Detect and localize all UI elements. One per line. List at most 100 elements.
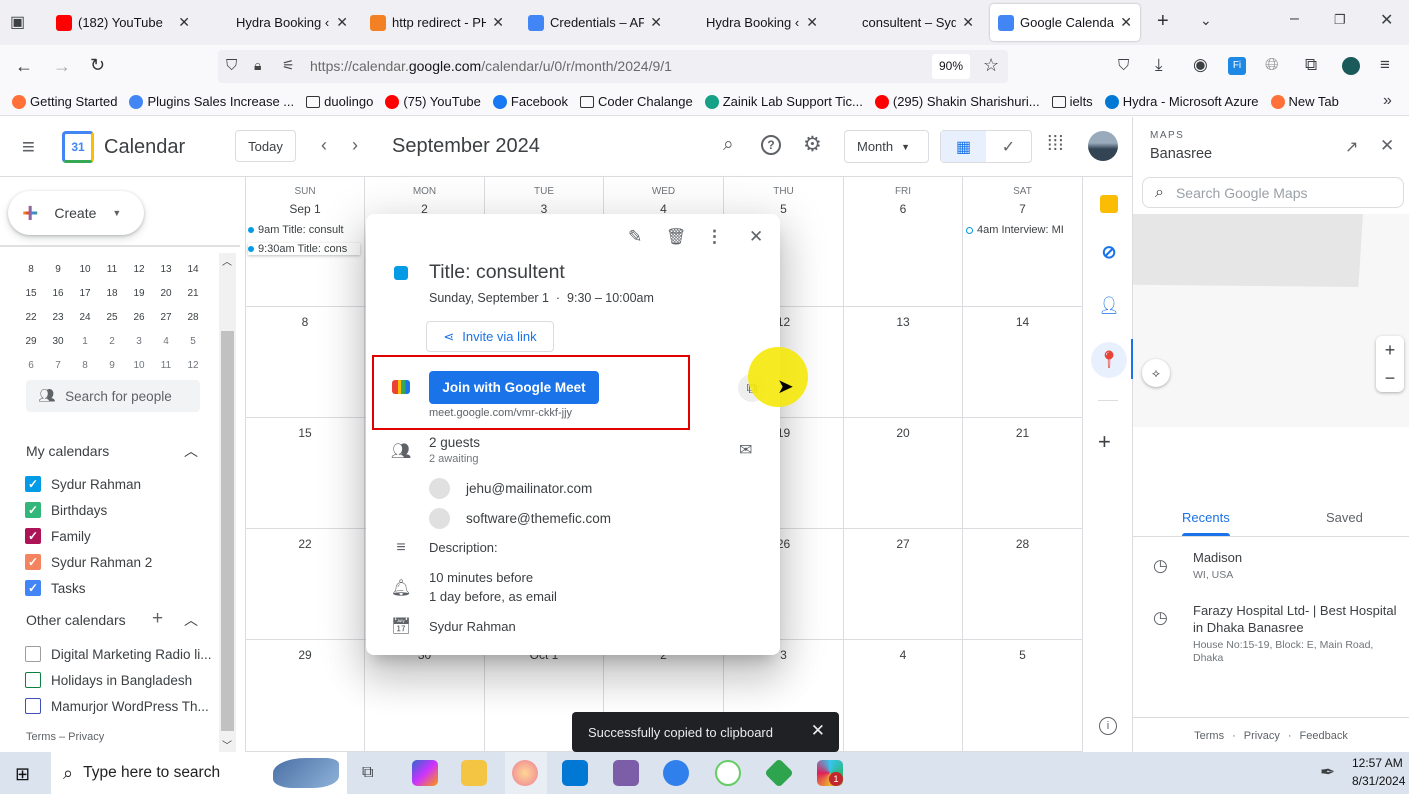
browser-tab[interactable]: Hydra Booking ‹ hydra ✕ xyxy=(206,4,356,41)
day-cell[interactable]: 28 xyxy=(963,529,1083,640)
calendar-checkbox[interactable] xyxy=(25,698,41,714)
day-number[interactable]: 21 xyxy=(963,426,1082,440)
back-icon[interactable]: ← xyxy=(15,56,33,77)
mini-calendar-day[interactable]: 11 xyxy=(102,264,122,275)
event-chip[interactable]: 4am Interview: MI xyxy=(966,224,1078,236)
mini-calendar-day[interactable]: 15 xyxy=(21,288,41,299)
day-cell[interactable]: 22 xyxy=(245,529,365,640)
bookmark-star-icon[interactable]: ☆ xyxy=(983,55,999,76)
mini-calendar-day[interactable]: 14 xyxy=(183,264,203,275)
collapse-my-calendars-icon[interactable]: ︿ xyxy=(184,441,198,461)
bookmark-item[interactable]: Coder Chalange xyxy=(580,94,693,109)
edit-pencil-icon[interactable]: ✎ xyxy=(628,227,642,247)
maps-search-input[interactable]: ⌕ Search Google Maps xyxy=(1142,177,1404,208)
browser-tab[interactable]: Google Calendar ✕ xyxy=(990,4,1140,41)
globe-icon[interactable]: 🌐︎ xyxy=(1265,55,1279,75)
extension-fi-icon[interactable]: Fi xyxy=(1228,57,1246,75)
mini-calendar-day[interactable]: 3 xyxy=(129,336,149,347)
mini-calendar-day[interactable]: 8 xyxy=(21,264,41,275)
permissions-icon[interactable]: ⚟ xyxy=(282,57,295,74)
day-number[interactable]: 15 xyxy=(246,426,364,440)
browser-tab[interactable]: http redirect - PHP ✕ xyxy=(362,4,512,41)
taskbar-search-box[interactable]: ⌕ Type here to search xyxy=(51,752,347,794)
shield-icon[interactable]: ⛉ xyxy=(226,57,237,74)
tab-recents[interactable]: Recents xyxy=(1182,510,1230,525)
timer-app-icon[interactable] xyxy=(715,760,741,786)
mini-calendar-day[interactable]: 26 xyxy=(129,312,149,323)
mini-calendar-day[interactable]: 13 xyxy=(156,264,176,275)
close-tab-icon[interactable]: ✕ xyxy=(1120,14,1132,31)
list-tabs-chevron-icon[interactable]: ⌄ xyxy=(1200,12,1212,29)
bookmark-item[interactable]: New Tab xyxy=(1270,94,1339,109)
close-tab-icon[interactable]: ✕ xyxy=(492,14,504,31)
sidebar-scrollbar[interactable]: ︿ ﹀ xyxy=(219,253,236,752)
day-number[interactable]: 28 xyxy=(963,537,1082,551)
scroll-down-icon[interactable]: ﹀ xyxy=(222,737,232,752)
pen-icon[interactable]: ✒ xyxy=(1320,762,1335,783)
bookmark-item[interactable]: Zainik Lab Support Tic... xyxy=(704,94,863,109)
tasks-view-icon[interactable]: ✓ xyxy=(986,131,1031,162)
tasks-icon[interactable]: ⊘ xyxy=(1098,241,1120,263)
mini-calendar-day[interactable]: 6 xyxy=(21,360,41,371)
day-cell[interactable]: 8 xyxy=(245,307,365,418)
mini-calendar-day[interactable]: 19 xyxy=(129,288,149,299)
keep-icon[interactable] xyxy=(1100,195,1118,213)
bookmark-item[interactable]: Hydra - Microsoft Azure xyxy=(1104,94,1259,109)
calendar-checkbox[interactable]: ✓ xyxy=(25,580,41,596)
open-in-new-icon[interactable]: ↗ xyxy=(1345,137,1358,157)
calendar-view-icon[interactable]: ▦ xyxy=(941,131,986,162)
calendar-checkbox[interactable]: ✓ xyxy=(25,502,41,518)
bookmark-item[interactable]: Plugins Sales Increase ... xyxy=(129,94,294,109)
help-icon[interactable]: ? xyxy=(761,135,781,155)
day-cell[interactable]: 5 xyxy=(963,640,1083,752)
windows-start-icon[interactable]: ⊞ xyxy=(15,764,30,785)
other-calendars-title[interactable]: Other calendars xyxy=(26,612,126,628)
apps-grid-icon[interactable]: ⁞⁞⁞ xyxy=(1047,133,1064,156)
mini-calendar-day[interactable]: 9 xyxy=(102,360,122,371)
main-menu-icon[interactable]: ≡ xyxy=(22,134,35,160)
day-number[interactable]: 7 xyxy=(963,202,1082,216)
email-guests-icon[interactable]: ✉ xyxy=(739,440,752,460)
sidebar-footer-links[interactable]: Terms – Privacy xyxy=(26,731,104,743)
calendar-checkbox[interactable] xyxy=(25,646,41,662)
day-cell[interactable]: SAT 7 xyxy=(963,177,1083,307)
day-number[interactable]: 6 xyxy=(844,202,962,216)
day-number[interactable]: Sep 1 xyxy=(246,202,364,216)
day-cell[interactable]: 29 xyxy=(245,640,365,752)
extensions-icon[interactable]: ⧉ xyxy=(1305,55,1317,75)
day-cell[interactable]: 20 xyxy=(844,418,963,529)
close-tab-icon[interactable]: ✕ xyxy=(806,14,818,31)
calendar-list-item[interactable]: ✓ Sydur Rahman xyxy=(25,476,141,492)
calendar-checkbox[interactable]: ✓ xyxy=(25,476,41,492)
copilot-icon[interactable] xyxy=(412,760,438,786)
map-view[interactable]: ⟡ + − xyxy=(1133,214,1409,427)
close-popup-icon[interactable]: ✕ xyxy=(749,227,763,247)
menu-icon[interactable]: ≡ xyxy=(1380,55,1390,75)
bookmark-item[interactable]: Getting Started xyxy=(12,94,117,109)
browser-tab[interactable]: consultent – Sydur ✕ xyxy=(832,4,982,41)
mini-calendar-day[interactable]: 22 xyxy=(21,312,41,323)
day-number[interactable]: 29 xyxy=(246,648,364,662)
calendar-logo[interactable]: 31 xyxy=(62,131,94,163)
calendar-list-item[interactable]: ✓ Birthdays xyxy=(25,502,107,518)
terms-link[interactable]: Terms xyxy=(1194,730,1224,742)
previous-month-icon[interactable]: ‹ xyxy=(321,135,327,156)
mini-calendar-day[interactable]: 2 xyxy=(102,336,122,347)
contacts-icon[interactable]: 👤︎ xyxy=(1098,295,1120,317)
day-cell[interactable]: SUN Sep 1 xyxy=(245,177,365,307)
mini-calendar-day[interactable]: 1 xyxy=(75,336,95,347)
day-number[interactable]: 27 xyxy=(844,537,962,551)
day-number[interactable]: 13 xyxy=(844,315,962,329)
restore-button[interactable]: ❐ xyxy=(1334,12,1346,28)
more-options-icon[interactable]: ⋮ xyxy=(706,227,723,247)
day-number[interactable]: 20 xyxy=(844,426,962,440)
day-number[interactable]: 14 xyxy=(963,315,1082,329)
browser-tab[interactable]: (182) YouTube ✕ xyxy=(48,4,198,41)
profile-avatar-icon[interactable] xyxy=(1342,57,1360,75)
zoom-level-badge[interactable]: 90% xyxy=(932,54,970,79)
meet-link[interactable]: meet.google.com/vmr-ckkf-jjy xyxy=(429,407,572,419)
maps-icon[interactable]: 📍︎ xyxy=(1091,342,1127,378)
scrollbar-thumb[interactable] xyxy=(221,331,234,731)
invite-via-link-button[interactable]: ⋖ Invite via link xyxy=(426,321,554,352)
bookmark-item[interactable]: (295) Shakin Sharishuri... xyxy=(874,94,1040,109)
